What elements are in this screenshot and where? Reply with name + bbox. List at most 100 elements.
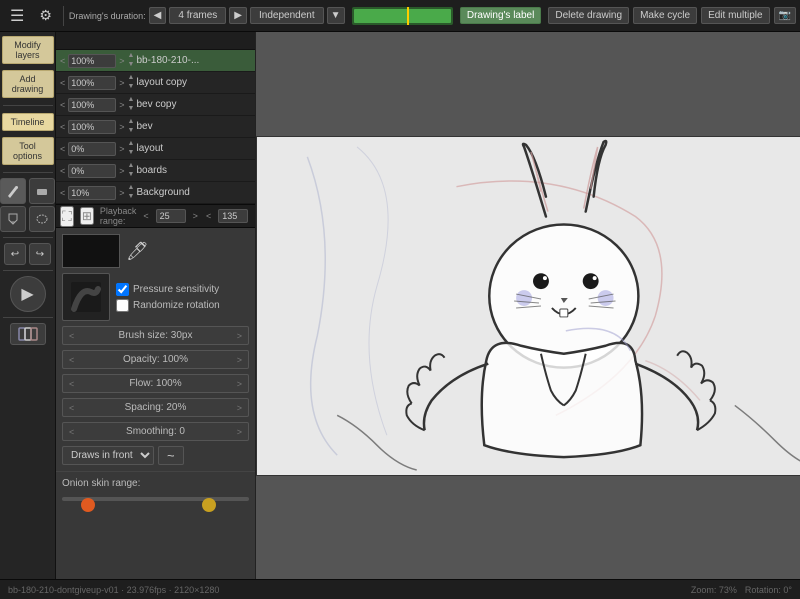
make-cycle-button[interactable]: Make cycle [633,7,697,24]
status-bar: bb-180-210-dontgiveup-v01 · 23.976fps · … [0,579,800,599]
canvas-area [256,32,800,579]
collapse-button[interactable]: ⊞ [80,207,94,225]
independent-dropdown[interactable]: Independent [250,7,324,24]
brush-size-left-arrow: < [69,331,74,341]
end-frame-left[interactable]: < [205,211,212,221]
modify-layers-button[interactable]: Modify layers [2,36,54,64]
brush-tool-icon[interactable] [0,178,26,204]
layer-chevrons-0[interactable]: ▲▼ [128,52,135,69]
brush-size-button[interactable]: < Brush size: 30px > [62,326,249,345]
pressure-sensitivity-checkbox[interactable] [116,283,129,296]
spacing-right-arrow: > [237,403,242,413]
separator [3,317,53,318]
randomize-rotation-row: Randomize rotation [116,299,220,312]
layer-pct-left-4[interactable]: < [59,144,66,154]
hamburger-menu-button[interactable]: ☰ [4,4,30,28]
eraser-tool-icon[interactable] [29,178,55,204]
randomize-rotation-checkbox[interactable] [116,299,129,312]
layer-pct-right-0[interactable]: > [118,56,125,66]
fill-tool-icon[interactable] [0,206,26,232]
delete-drawing-button[interactable]: Delete drawing [548,7,629,24]
end-frame-input[interactable] [218,209,248,223]
flow-button[interactable]: < Flow: 100% > [62,374,249,393]
gear-button[interactable]: ⚙ [33,5,58,26]
pressure-sensitivity-label: Pressure sensitivity [133,284,219,295]
layer-name-5: boards [136,165,256,176]
layer-pct-left-5[interactable]: < [59,166,66,176]
layer-pct-right-5[interactable]: > [118,166,125,176]
frames-dropdown[interactable]: 4 frames [169,7,226,24]
layer-controls-3: < 100% > ▲▼ bev [56,116,256,137]
onion-handle-right[interactable] [202,498,216,512]
layer-pct-3: 100% [68,120,116,134]
layer-pct-right-2[interactable]: > [118,100,125,110]
onion-handle-left[interactable] [81,498,95,512]
layer-chevrons-4[interactable]: ▲▼ [128,140,135,157]
timeline-section: < 100% > ▲▼ bb-180-210-... [56,32,255,228]
layer-controls-4: < 0% > ▲▼ layout [56,138,256,159]
ruler-row [56,32,255,50]
brush-size-right-arrow: > [237,331,242,341]
layer-pct-right-4[interactable]: > [118,144,125,154]
eyedropper-button[interactable]: 🖊 [126,241,149,262]
opacity-button[interactable]: < Opacity: 100% > [62,350,249,369]
draws-in-front-select[interactable]: Draws in front Draws behind [62,446,154,465]
lasso-tool-icon[interactable] [29,206,55,232]
layer-name-1: layout copy [136,77,256,88]
opacity-right-arrow: > [237,355,242,365]
layer-pct-left-0[interactable]: < [59,56,66,66]
layer-chevrons-1[interactable]: ▲▼ [128,74,135,91]
onion-skin-slider [62,497,249,517]
start-frame-left[interactable]: < [142,211,149,221]
next-frame-button[interactable]: ▶ [229,7,247,24]
add-drawing-button[interactable]: Add drawing [2,70,54,98]
smoothing-button[interactable]: < Smoothing: 0 > [62,422,249,441]
pressure-sensitivity-row: Pressure sensitivity [116,283,220,296]
spacing-label: Spacing: 20% [125,402,187,413]
camera-button[interactable]: 📷 [774,7,796,24]
brush-panel: 🖊 Pressure sensitivity [56,228,255,471]
redo-button[interactable]: ↪ [29,243,51,265]
layer-row-3: < 100% > ▲▼ bev [56,116,255,138]
start-frame-right[interactable]: > [192,211,199,221]
dropdown-arrow-button[interactable]: ▼ [327,7,345,24]
draws-in-front-row: Draws in front Draws behind ~ [62,446,249,465]
timeline-button[interactable]: Timeline [2,113,54,131]
prev-frame-button[interactable]: ◀ [149,7,167,24]
layer-pct-left-3[interactable]: < [59,122,66,132]
flow-label: Flow: 100% [129,378,181,389]
expand-button[interactable]: ⛶ [60,206,74,227]
layer-pct-left-1[interactable]: < [59,78,66,88]
ruler-left [56,32,256,49]
layer-pct-right-3[interactable]: > [118,122,125,132]
playhead[interactable] [407,7,409,25]
layer-controls-6: < 10% > ▲▼ Background [56,182,256,203]
edit-multiple-button[interactable]: Edit multiple [701,7,769,24]
smoothing-left-arrow: < [69,427,74,437]
layer-pct-right-6[interactable]: > [118,188,125,198]
layer-chevrons-3[interactable]: ▲▼ [128,118,135,135]
layer-chevrons-2[interactable]: ▲▼ [128,96,135,113]
layer-pct-right-1[interactable]: > [118,78,125,88]
opacity-label: Opacity: 100% [123,354,188,365]
tool-options-button[interactable]: Tool options [2,137,54,165]
spacing-button[interactable]: < Spacing: 20% > [62,398,249,417]
layer-name-3: bev [136,121,256,132]
layer-chevrons-6[interactable]: ▲▼ [128,184,135,201]
layer-name-6: Background [136,187,256,198]
color-swatch[interactable] [62,234,120,268]
separator [3,105,53,106]
play-button[interactable]: ▶ [10,276,46,312]
start-frame-input[interactable] [156,209,186,223]
layer-pct-left-2[interactable]: < [59,100,66,110]
drawing-label-button[interactable]: Drawing's label [460,7,542,24]
main-content: Modify layers Add drawing Timeline Tool … [0,32,800,579]
layer-pct-6: 10% [68,186,116,200]
drawing-canvas[interactable] [256,136,800,476]
layer-chevrons-5[interactable]: ▲▼ [128,162,135,179]
tilde-button[interactable]: ~ [158,446,184,465]
layer-name-0: bb-180-210-... [136,55,256,66]
layer-pct-left-6[interactable]: < [59,188,66,198]
onion-skin-icon[interactable] [10,323,46,345]
undo-button[interactable]: ↩ [4,243,26,265]
